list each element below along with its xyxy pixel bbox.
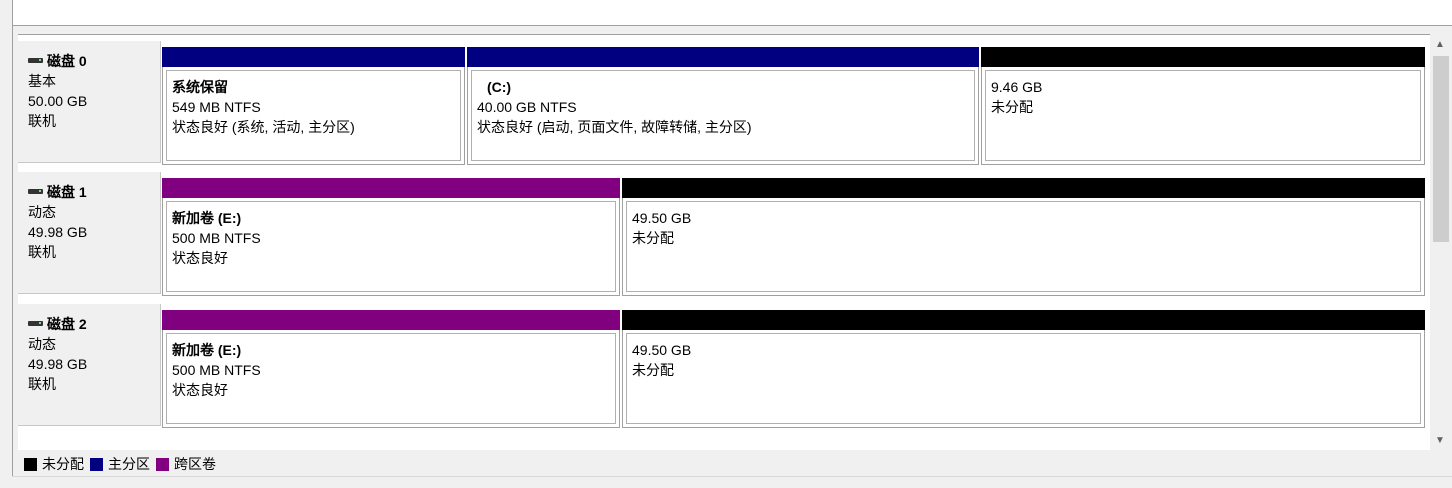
disk-type: 动态 <box>28 204 56 220</box>
partition-bar-unallocated <box>622 178 1425 198</box>
partition-unallocated[interactable]: 49.50 GB 未分配 <box>622 310 1425 428</box>
partition-spanned-e[interactable]: 新加卷 (E:) 500 MB NTFS 状态良好 <box>162 310 620 428</box>
partition-size: 500 MB NTFS <box>172 230 261 246</box>
partition-status: 状态良好 <box>172 382 228 398</box>
partition-bar-unallocated <box>981 47 1425 67</box>
partition-status: 状态良好 (系统, 活动, 主分区) <box>172 119 355 135</box>
disk-name: 磁盘 2 <box>47 316 87 332</box>
primary-swatch <box>90 457 103 471</box>
partition-status: 未分配 <box>991 99 1033 115</box>
partition-title: 新加卷 (E:) <box>172 342 242 358</box>
spanned-swatch <box>156 457 169 471</box>
disk-row-1[interactable]: 磁盘 1 动态 49.98 GB 联机 新加卷 (E:) 500 MB NTFS… <box>18 166 1430 298</box>
disk-size: 49.98 GB <box>28 224 88 240</box>
legend-label: 跨区卷 <box>174 456 216 472</box>
partition-bar-unallocated <box>622 310 1425 330</box>
partition-size: 40.00 GB NTFS <box>477 99 577 115</box>
partition-title: 系统保留 <box>172 79 228 95</box>
partition-unallocated[interactable]: 49.50 GB 未分配 <box>622 178 1425 296</box>
disk-row-2[interactable]: 磁盘 2 动态 49.98 GB 联机 新加卷 (E:) 500 MB NTFS… <box>18 298 1430 430</box>
disk-status: 联机 <box>28 244 56 260</box>
partition-title: 新加卷 (E:) <box>172 210 242 226</box>
partition-bar-spanned <box>162 178 620 198</box>
partition-size: 49.50 GB <box>632 342 692 358</box>
partition-status: 状态良好 (启动, 页面文件, 故障转储, 主分区) <box>477 119 752 135</box>
disk-status: 联机 <box>28 376 56 392</box>
legend-label: 未分配 <box>42 456 84 472</box>
partition-title: (C:) <box>487 79 512 95</box>
legend-item-primary: 主分区 <box>90 454 150 474</box>
disk-label-0[interactable]: 磁盘 0 基本 50.00 GB 联机 <box>18 41 161 163</box>
partition-c-drive[interactable]: (C:) 40.00 GB NTFS 状态良好 (启动, 页面文件, 故障转储,… <box>467 47 979 165</box>
disk-type: 动态 <box>28 336 56 352</box>
disk-row-0[interactable]: 磁盘 0 基本 50.00 GB 联机 系统保留 549 MB NTFS 状态良… <box>18 35 1430 167</box>
partition-size: 549 MB NTFS <box>172 99 261 115</box>
disk-status: 联机 <box>28 113 56 129</box>
legend: 未分配 主分区 跨区卷 <box>18 452 1430 476</box>
disk-drive-icon <box>28 57 43 63</box>
legend-item-unallocated: 未分配 <box>24 454 84 474</box>
partition-status: 未分配 <box>632 230 674 246</box>
status-bar <box>12 476 1452 488</box>
unallocated-swatch <box>24 457 37 471</box>
legend-label: 主分区 <box>108 456 150 472</box>
disk-label-2[interactable]: 磁盘 2 动态 49.98 GB 联机 <box>18 304 161 426</box>
partition-status: 状态良好 <box>172 250 228 266</box>
disk-label-1[interactable]: 磁盘 1 动态 49.98 GB 联机 <box>18 172 161 294</box>
partition-system-reserved[interactable]: 系统保留 549 MB NTFS 状态良好 (系统, 活动, 主分区) <box>162 47 465 165</box>
disk-size: 49.98 GB <box>28 356 88 372</box>
partition-size: 9.46 GB <box>991 79 1043 95</box>
disk-size: 50.00 GB <box>28 93 88 109</box>
disk-graphical-view[interactable]: 磁盘 0 基本 50.00 GB 联机 系统保留 549 MB NTFS 状态良… <box>18 34 1430 450</box>
disk-drive-icon <box>28 188 43 194</box>
legend-item-spanned: 跨区卷 <box>156 454 216 474</box>
disk-name: 磁盘 0 <box>47 53 87 69</box>
partition-spanned-e[interactable]: 新加卷 (E:) 500 MB NTFS 状态良好 <box>162 178 620 296</box>
window-left-edge <box>0 0 12 488</box>
partition-size: 500 MB NTFS <box>172 362 261 378</box>
chevron-down-icon[interactable]: ▼ <box>1430 430 1450 450</box>
partition-bar-primary <box>467 47 979 67</box>
volume-list-pane[interactable] <box>12 0 1452 26</box>
partition-unallocated[interactable]: 9.46 GB 未分配 <box>981 47 1425 165</box>
disk-name: 磁盘 1 <box>47 184 87 200</box>
chevron-up-icon[interactable]: ▲ <box>1430 34 1450 54</box>
disk-drive-icon <box>28 320 43 326</box>
partition-status: 未分配 <box>632 362 674 378</box>
partition-bar-primary <box>162 47 465 67</box>
vertical-scrollbar[interactable]: ▲ ▼ <box>1430 34 1450 450</box>
partition-size: 49.50 GB <box>632 210 692 226</box>
partition-bar-spanned <box>162 310 620 330</box>
scrollbar-thumb[interactable] <box>1433 56 1449 242</box>
disk-type: 基本 <box>28 73 56 89</box>
